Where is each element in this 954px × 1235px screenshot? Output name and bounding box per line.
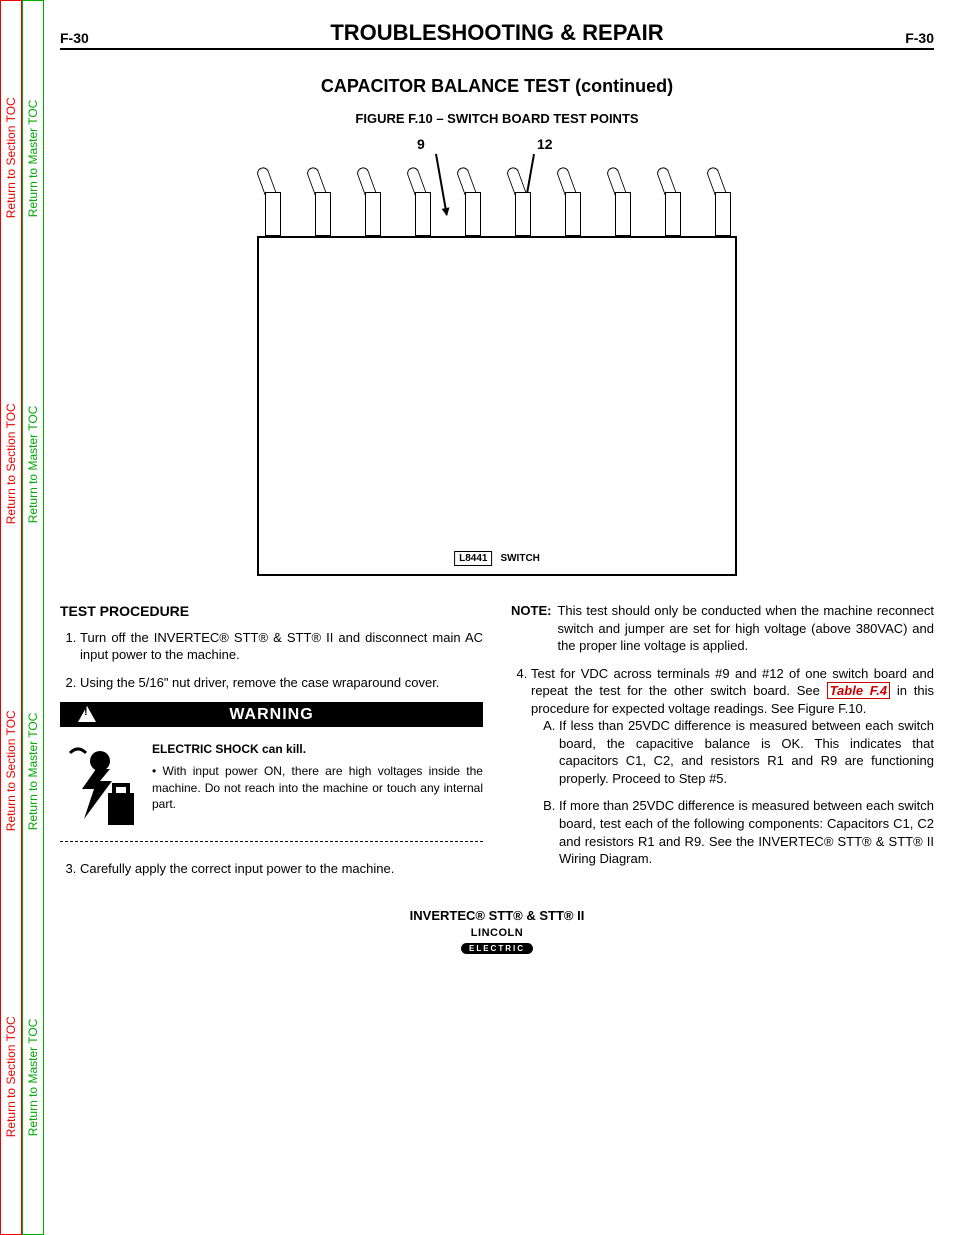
master-toc-column: Return to Master TOC Return to Master TO… <box>22 0 44 1235</box>
warning-text: ELECTRIC SHOCK can kill. With input powe… <box>152 741 483 812</box>
note-label: NOTE: <box>511 602 551 655</box>
electric-shock-icon <box>60 741 140 831</box>
step-2: Using the 5/16" nut driver, remove the c… <box>80 674 483 692</box>
sub-steps: If less than 25VDC difference is measure… <box>531 717 934 867</box>
left-column: TEST PROCEDURE Turn off the INVERTEC® ST… <box>60 602 483 888</box>
table-f4-link[interactable]: Table F.4 <box>827 682 891 699</box>
procedure-list-right: Test for VDC across terminals #9 and #12… <box>511 665 934 868</box>
figure-caption: FIGURE F.10 – SWITCH BOARD TEST POINTS <box>60 111 934 126</box>
connector-icon <box>711 166 733 236</box>
body-columns: TEST PROCEDURE Turn off the INVERTEC® ST… <box>60 602 934 888</box>
product-name: INVERTEC® STT® & STT® II <box>60 908 934 923</box>
step-1: Turn off the INVERTEC® STT® & STT® II an… <box>80 629 483 664</box>
callout-terminal-9: 9 <box>417 136 425 152</box>
section-toc-column: Return to Section TOC Return to Section … <box>0 0 22 1235</box>
warning-bullet: With input power ON, there are high volt… <box>152 763 483 812</box>
switch-board-box: L8441 SWITCH <box>257 236 737 576</box>
return-master-toc-link[interactable]: Return to Master TOC <box>23 924 43 1230</box>
procedure-list-cont: Carefully apply the correct input power … <box>60 860 483 878</box>
return-section-toc-link[interactable]: Return to Section TOC <box>1 618 21 924</box>
connector-icon <box>361 166 383 236</box>
test-title: CAPACITOR BALANCE TEST (continued) <box>60 76 934 97</box>
logo-top-text: LINCOLN <box>452 927 542 939</box>
step-4: Test for VDC across terminals #9 and #12… <box>531 665 934 868</box>
note-text: This test should only be conducted when … <box>557 602 934 655</box>
board-part-number: L8441 <box>454 551 492 566</box>
figure-diagram: 9 12 L8441 SWITCH <box>217 136 777 576</box>
section-title: TROUBLESHOOTING & REPAIR <box>89 20 905 46</box>
connector-icon <box>611 166 633 236</box>
note-block: NOTE: This test should only be conducted… <box>511 602 934 655</box>
step-3: Carefully apply the correct input power … <box>80 860 483 878</box>
return-section-toc-link[interactable]: Return to Section TOC <box>1 924 21 1230</box>
board-name: SWITCH <box>500 553 539 564</box>
connectors-row <box>261 166 733 236</box>
page-content: F-30 TROUBLESHOOTING & REPAIR F-30 CAPAC… <box>60 20 934 1225</box>
connector-icon <box>561 166 583 236</box>
side-tabs: Return to Section TOC Return to Section … <box>0 0 44 1235</box>
connector-icon <box>511 166 533 236</box>
connector-icon <box>461 166 483 236</box>
page-number-left: F-30 <box>60 30 89 46</box>
page-footer: INVERTEC® STT® & STT® II LINCOLN ELECTRI… <box>60 908 934 954</box>
procedure-list: Turn off the INVERTEC® STT® & STT® II an… <box>60 629 483 692</box>
step-4a: If less than 25VDC difference is measure… <box>559 717 934 787</box>
connector-icon <box>311 166 333 236</box>
connector-icon <box>661 166 683 236</box>
return-master-toc-link[interactable]: Return to Master TOC <box>23 5 43 311</box>
step-4b: If more than 25VDC difference is measure… <box>559 797 934 867</box>
return-master-toc-link[interactable]: Return to Master TOC <box>23 311 43 617</box>
page-number-right: F-30 <box>905 30 934 46</box>
logo-bottom-text: ELECTRIC <box>461 943 533 954</box>
return-section-toc-link[interactable]: Return to Section TOC <box>1 311 21 617</box>
board-label: L8441 SWITCH <box>454 551 540 566</box>
right-column: NOTE: This test should only be conducted… <box>511 602 934 888</box>
procedure-heading: TEST PROCEDURE <box>60 602 483 621</box>
return-section-toc-link[interactable]: Return to Section TOC <box>1 5 21 311</box>
lincoln-electric-logo: LINCOLN ELECTRIC <box>452 927 542 954</box>
page-header: F-30 TROUBLESHOOTING & REPAIR F-30 <box>60 20 934 50</box>
warning-lead: ELECTRIC SHOCK can kill. <box>152 741 483 757</box>
connector-icon <box>411 166 433 236</box>
warning-banner: WARNING <box>60 702 483 728</box>
connector-icon <box>261 166 283 236</box>
return-master-toc-link[interactable]: Return to Master TOC <box>23 618 43 924</box>
warning-block: ELECTRIC SHOCK can kill. With input powe… <box>60 741 483 842</box>
callout-terminal-12: 12 <box>537 136 553 152</box>
